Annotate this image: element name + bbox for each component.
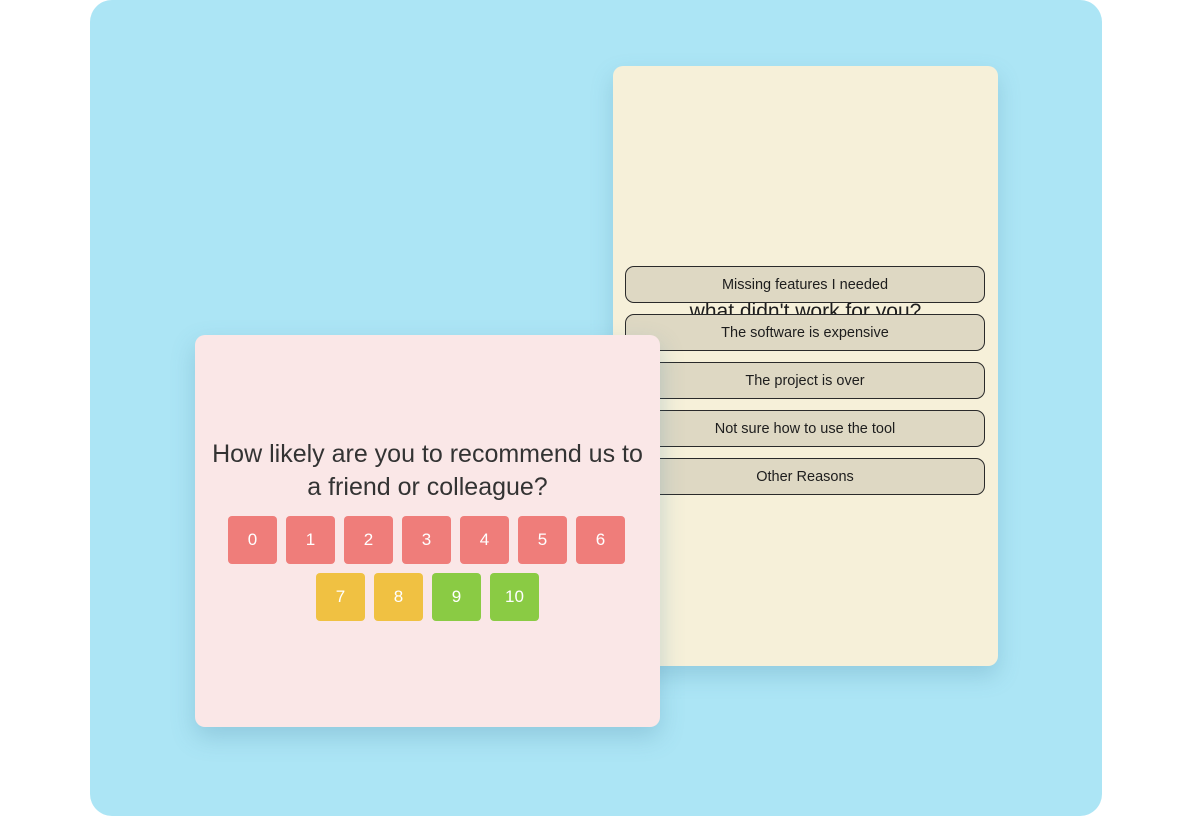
nps-score-4-button[interactable]: 4: [460, 516, 509, 564]
option-other-reasons[interactable]: Other Reasons: [625, 458, 985, 495]
nps-score-3-button[interactable]: 3: [402, 516, 451, 564]
nps-score-6-button[interactable]: 6: [576, 516, 625, 564]
question-line-2: a friend or colleague?: [307, 473, 548, 501]
nps-score-5-button[interactable]: 5: [518, 516, 567, 564]
option-label: The project is over: [745, 372, 865, 389]
nps-survey-card: How likely are you to recommend us to a …: [195, 335, 660, 727]
nps-score-7-button[interactable]: 7: [316, 573, 365, 621]
question-line-1: How likely are you to recommend us to: [212, 440, 643, 468]
nps-score-0-button[interactable]: 0: [228, 516, 277, 564]
option-label: The software is expensive: [721, 324, 889, 341]
option-project-over[interactable]: The project is over: [625, 362, 985, 399]
option-missing-features[interactable]: Missing features I needed: [625, 266, 985, 303]
nps-score-1-button[interactable]: 1: [286, 516, 335, 564]
nps-score-2-button[interactable]: 2: [344, 516, 393, 564]
nps-question: How likely are you to recommend us to a …: [195, 438, 660, 504]
exit-survey-card: Sorry to see you go. Can you tell us wha…: [613, 66, 998, 666]
option-label: Other Reasons: [756, 468, 854, 485]
nps-score-8-button[interactable]: 8: [374, 573, 423, 621]
nps-score-10-button[interactable]: 10: [490, 573, 539, 621]
nps-score-9-button[interactable]: 9: [432, 573, 481, 621]
option-label: Missing features I needed: [721, 276, 889, 293]
option-software-expensive[interactable]: The software is expensive: [625, 314, 985, 351]
option-not-sure-how-to-use[interactable]: Not sure how to use the tool: [625, 410, 985, 447]
option-label: Not sure how to use the tool: [714, 420, 896, 437]
